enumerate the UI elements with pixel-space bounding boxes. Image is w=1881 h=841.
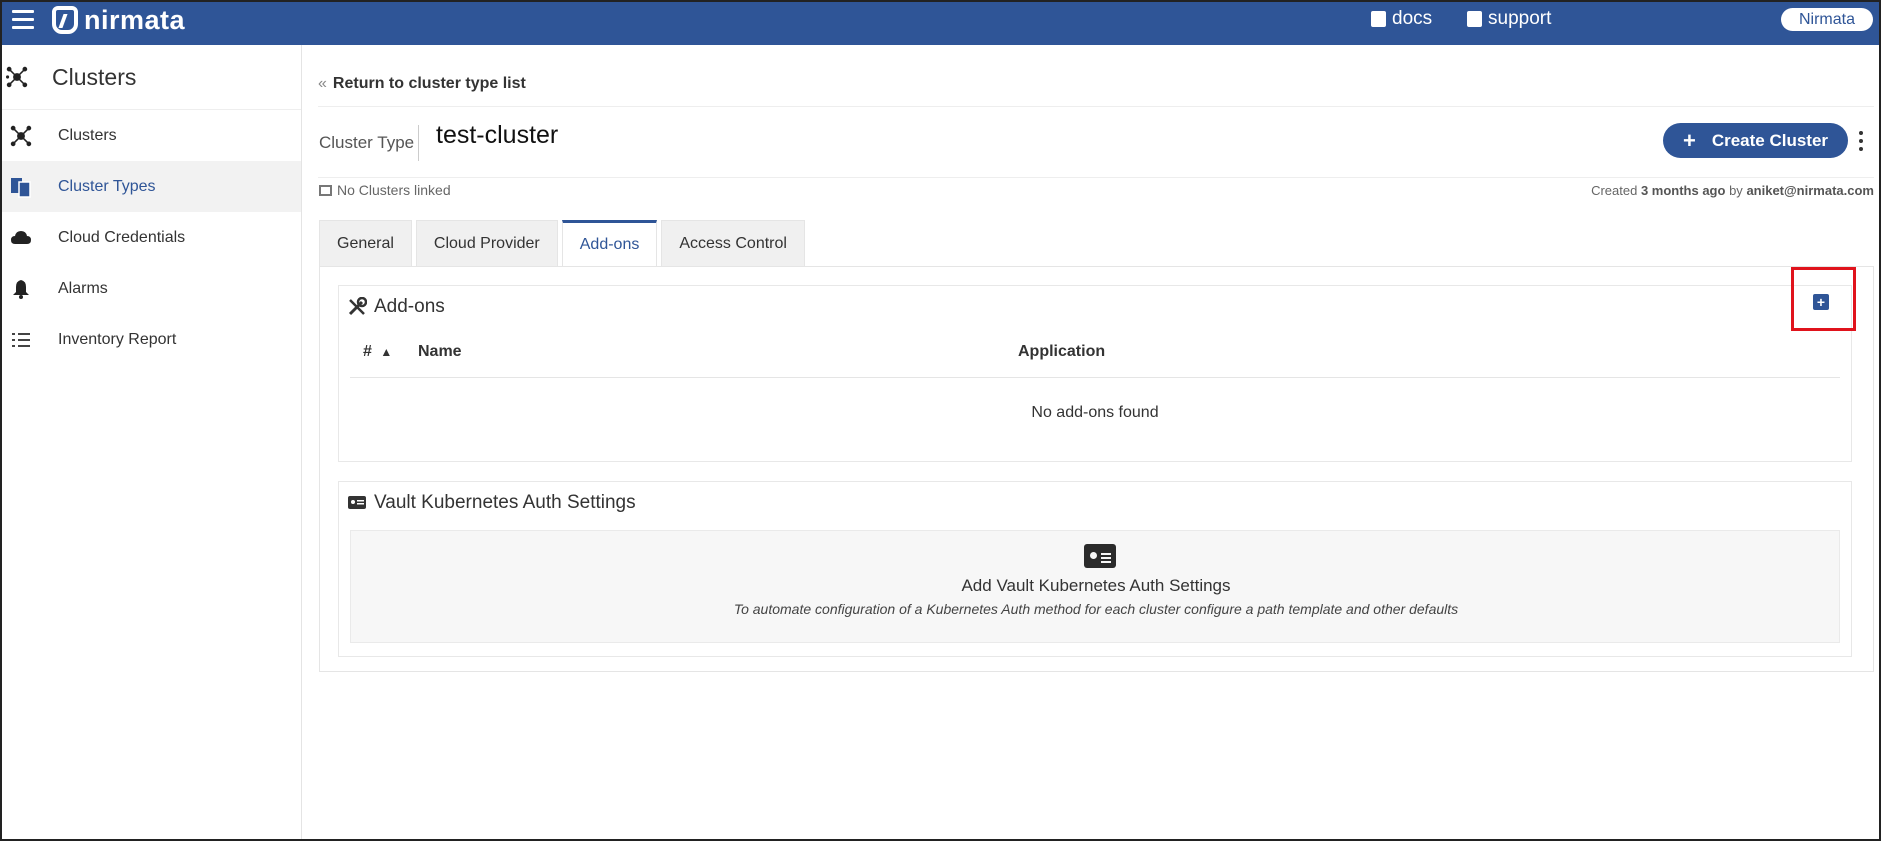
divider <box>350 377 1840 378</box>
nirmata-logo-icon <box>52 6 78 34</box>
create-cluster-label: Create Cluster <box>1711 130 1829 150</box>
documents-icon <box>10 176 32 198</box>
nirmata-logo[interactable]: nirmata <box>52 4 185 36</box>
vault-empty-description: To automate configuration of a Kubernete… <box>733 601 1459 617</box>
sidebar-header: Clusters <box>0 45 301 110</box>
docs-link[interactable]: docs <box>1371 8 1432 30</box>
user-menu-button[interactable]: Nirmata <box>1781 8 1873 31</box>
sidebar-item-cloud-credentials[interactable]: Cloud Credentials <box>0 212 301 263</box>
plus-icon: + <box>1682 127 1696 153</box>
cloud-icon <box>10 227 32 249</box>
addons-empty-message: No add-ons found <box>1031 404 1159 421</box>
sidebar-item-label: Clusters <box>58 126 117 144</box>
vault-empty-state[interactable]: Add Vault Kubernetes Auth Settings To au… <box>350 530 1840 643</box>
sidebar-item-label: Cloud Credentials <box>58 228 186 246</box>
sidebar-item-clusters[interactable]: Clusters <box>0 110 301 161</box>
top-navbar: nirmata docs support Nirmata <box>0 0 1881 45</box>
menu-icon[interactable] <box>12 10 34 30</box>
divider <box>318 106 1874 107</box>
book-icon <box>1371 11 1386 27</box>
tab-access-control[interactable]: Access Control <box>661 220 805 267</box>
id-card-icon <box>346 492 368 514</box>
sidebar-item-cluster-types[interactable]: Cluster Types <box>0 161 301 212</box>
column-header-application[interactable]: Application <box>1018 343 1105 361</box>
sidebar: Clusters Clusters Cluster Types Cloud Cr… <box>0 45 302 841</box>
sidebar-item-inventory-report[interactable]: Inventory Report <box>0 314 301 365</box>
cluster-icon <box>10 125 32 147</box>
vault-empty-heading: Add Vault Kubernetes Auth Settings <box>961 576 1231 595</box>
logo-text: nirmata <box>84 4 186 35</box>
addons-title-text: Add-ons <box>374 296 445 317</box>
addons-title: Add-ons <box>346 296 445 318</box>
addons-card: Add-ons <box>338 285 1852 462</box>
column-header-name[interactable]: Name <box>418 343 462 361</box>
created-info: Created 3 months ago by aniket@nirmata.c… <box>1591 183 1874 198</box>
column-header-number[interactable]: # ▲ <box>363 343 392 361</box>
cluster-type-label: Cluster Type <box>319 133 415 152</box>
return-label: Return to cluster type list <box>332 75 526 92</box>
tab-add-ons[interactable]: Add-ons <box>561 220 658 267</box>
tools-icon <box>346 296 368 318</box>
sidebar-title: Clusters <box>52 63 137 90</box>
return-link[interactable]: « Return to cluster type list <box>318 75 526 93</box>
tab-general[interactable]: General <box>319 220 412 267</box>
add-addon-button[interactable]: + <box>1813 294 1829 310</box>
list-icon <box>10 329 32 351</box>
create-cluster-button[interactable]: + Create Cluster <box>1663 123 1848 158</box>
sidebar-item-label: Alarms <box>58 279 108 297</box>
cluster-type-name: test-cluster <box>436 121 559 149</box>
created-by-prefix: by <box>1729 183 1743 198</box>
divider <box>318 177 1874 178</box>
support-link[interactable]: support <box>1467 8 1551 30</box>
more-options-icon[interactable] <box>1858 131 1864 151</box>
sidebar-item-label: Cluster Types <box>58 177 156 195</box>
created-by: aniket@nirmata.com <box>1746 183 1874 198</box>
double-chevron-left-icon: « <box>318 75 327 92</box>
id-card-icon <box>1084 544 1116 568</box>
created-prefix: Created <box>1591 183 1638 198</box>
tab-bar: General Cloud Provider Add-ons Access Co… <box>319 220 809 267</box>
vault-title-text: Vault Kubernetes Auth Settings <box>374 492 636 513</box>
linked-status-text: No Clusters linked <box>337 182 451 198</box>
support-label: support <box>1488 8 1552 29</box>
cluster-icon <box>6 66 28 88</box>
docs-label: docs <box>1392 8 1433 29</box>
linked-clusters-status: No Clusters linked <box>319 182 451 198</box>
phone-icon <box>1467 11 1482 27</box>
monitor-icon <box>319 184 332 196</box>
main-content: « Return to cluster type list Cluster Ty… <box>318 45 1874 841</box>
sort-ascending-icon: ▲ <box>380 345 393 359</box>
sidebar-item-label: Inventory Report <box>58 330 177 348</box>
column-header-number-label: # <box>363 343 372 360</box>
sidebar-item-alarms[interactable]: Alarms <box>0 263 301 314</box>
created-when: 3 months ago <box>1640 183 1726 198</box>
bell-icon <box>10 278 32 300</box>
vault-title: Vault Kubernetes Auth Settings <box>346 492 636 514</box>
divider <box>418 125 419 161</box>
tab-cloud-provider[interactable]: Cloud Provider <box>415 220 558 267</box>
